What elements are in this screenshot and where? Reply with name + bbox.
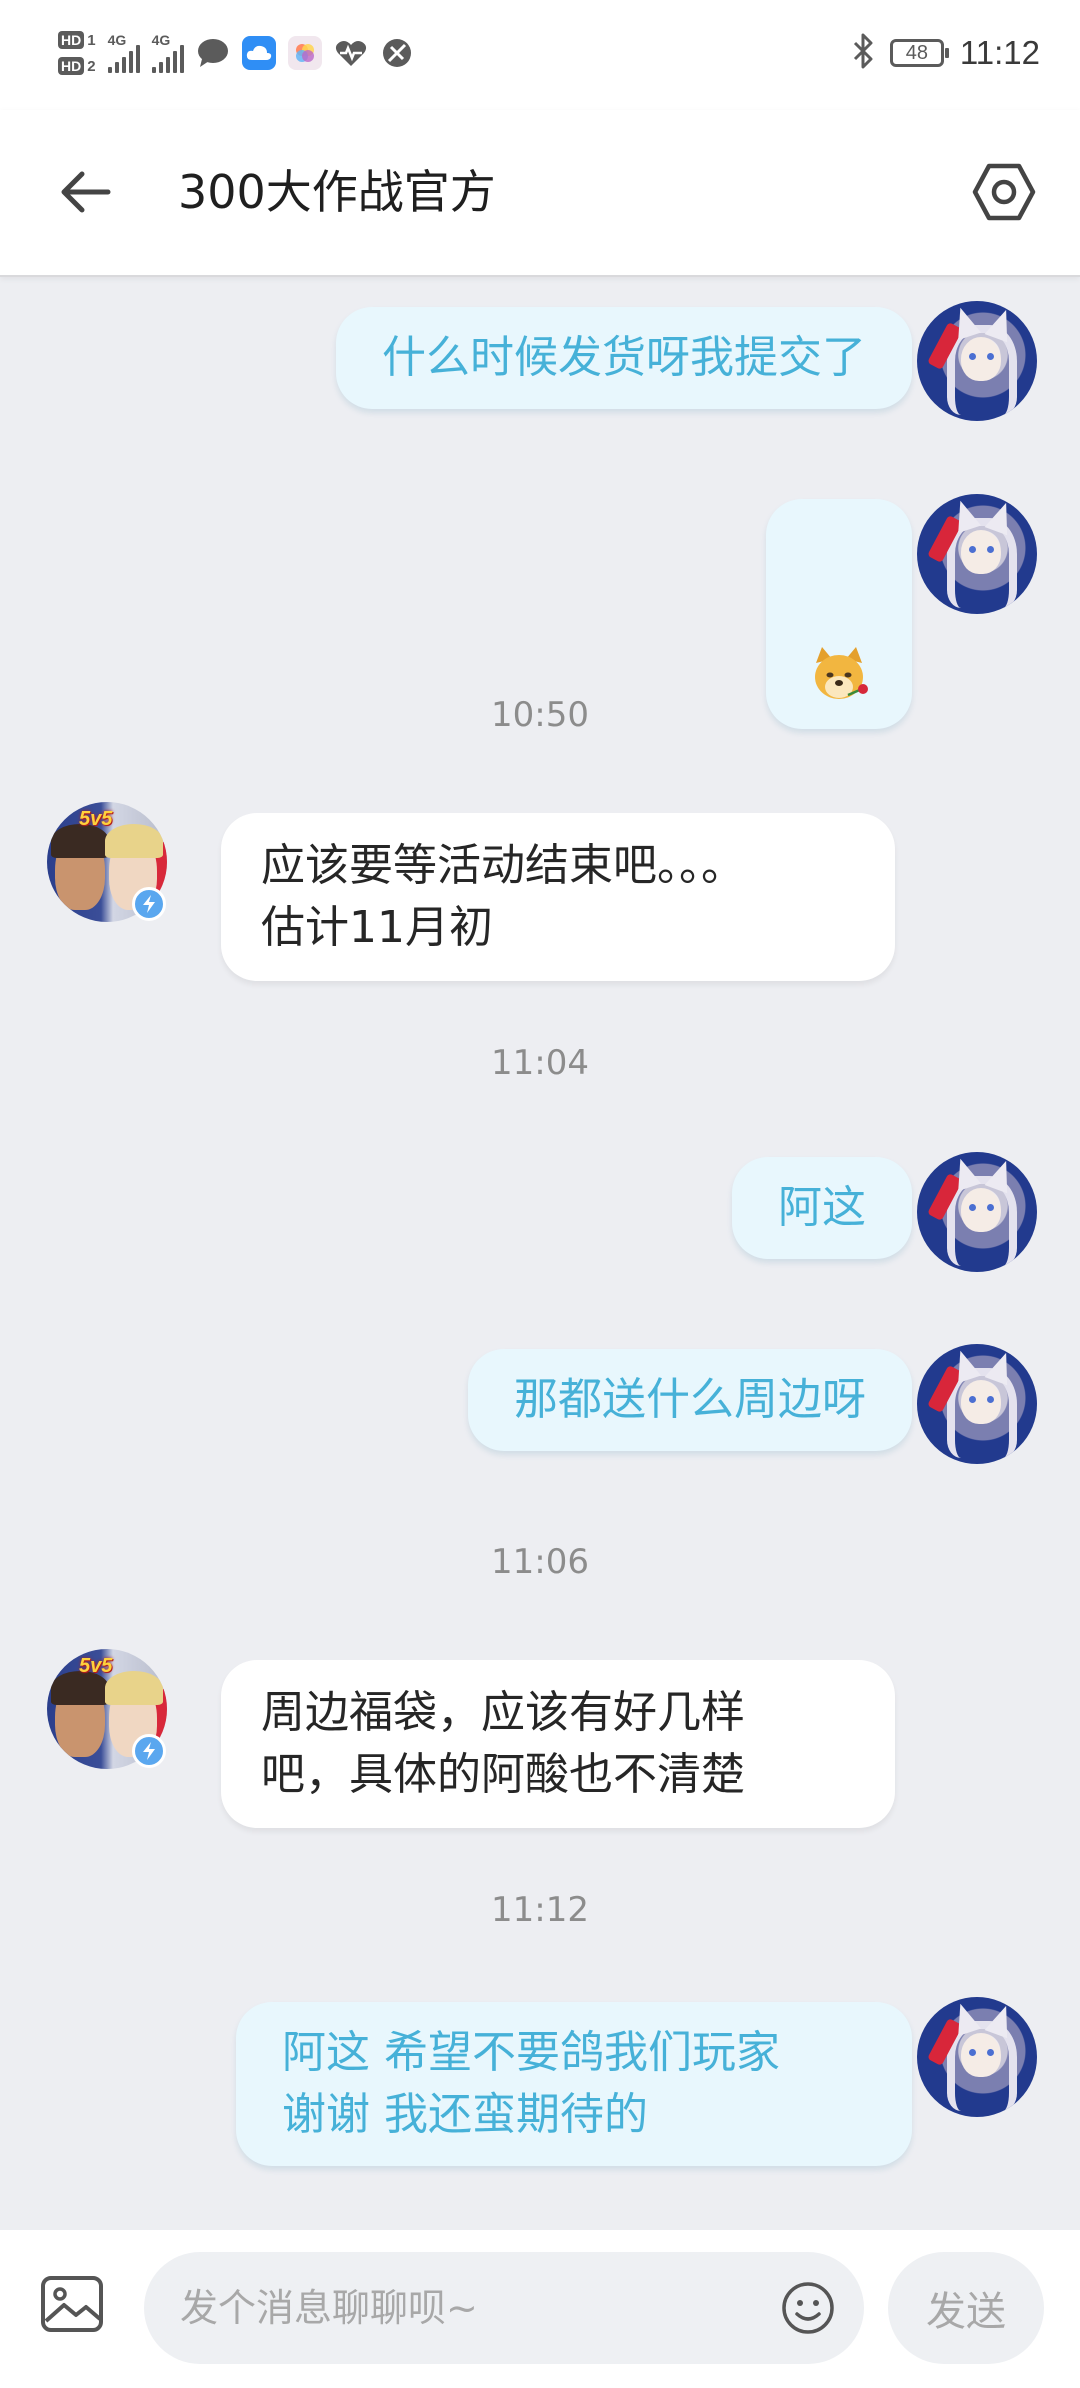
signal-icon-sim2: 4G xyxy=(151,32,184,73)
status-right: 48 11:12 xyxy=(852,20,1040,86)
image-button[interactable] xyxy=(36,2268,108,2340)
battery-icon: 48 xyxy=(889,39,949,67)
chat-area[interactable]: 什么时候发货呀我提交了 10:50 5v5 应该要等活动结束吧。。。 估计11月… xyxy=(0,277,1080,2230)
image-icon xyxy=(41,2276,103,2332)
avatar-badge-text: 5v5 xyxy=(79,808,113,830)
timestamp: 10:50 xyxy=(491,695,589,735)
network-type-1: 4G xyxy=(107,32,127,48)
message-bubble-sent[interactable]: 阿这 xyxy=(732,1157,912,1259)
doge-sticker-icon xyxy=(808,583,870,699)
network-type-2: 4G xyxy=(151,32,171,48)
signal-icon-sim1: 4G xyxy=(107,32,140,73)
hexagon-settings-icon xyxy=(972,163,1036,221)
message-icon xyxy=(196,36,230,70)
emoji-button[interactable] xyxy=(778,2278,838,2338)
verified-badge-icon xyxy=(132,1734,166,1768)
my-avatar[interactable] xyxy=(917,301,1037,421)
verified-badge-icon xyxy=(132,887,166,921)
arrow-left-icon xyxy=(61,171,111,213)
status-time: 11:12 xyxy=(959,34,1040,71)
timestamp: 11:12 xyxy=(491,1890,589,1930)
avatar-badge-text: 5v5 xyxy=(79,1655,113,1677)
page-title: 300大作战官方 xyxy=(178,165,496,219)
bluetooth-icon xyxy=(852,33,874,73)
chat-header: 300大作战官方 xyxy=(0,110,1080,277)
my-avatar[interactable] xyxy=(917,1152,1037,1272)
send-button[interactable]: 发送 xyxy=(888,2252,1044,2364)
hd-badge-2: HD xyxy=(58,57,85,75)
message-bubble-received[interactable]: 应该要等活动结束吧。。。 估计11月初 xyxy=(221,813,895,981)
health-icon xyxy=(334,36,368,70)
battery-level: 48 xyxy=(905,42,928,64)
back-button[interactable] xyxy=(42,148,130,236)
sim-indicator: HD 1 HD 2 xyxy=(58,31,96,75)
status-bar: HD 1 HD 2 4G 4G 48 11:12 xyxy=(0,0,1080,110)
my-avatar[interactable] xyxy=(917,1997,1037,2117)
input-bar: 发送 xyxy=(0,2230,1080,2388)
message-bubble-sent[interactable]: 什么时候发货呀我提交了 xyxy=(336,307,912,409)
hd-badge-1: HD xyxy=(58,31,85,49)
my-avatar[interactable] xyxy=(917,1344,1037,1464)
message-bubble-sent[interactable]: 阿这 希望不要鸽我们玩家 谢谢 我还蛮期待的 xyxy=(236,2002,912,2166)
sim-2-label: 2 xyxy=(87,57,96,75)
message-bubble-sent[interactable]: 那都送什么周边呀 xyxy=(468,1349,912,1451)
emoji-icon xyxy=(782,2282,834,2334)
sim-1-label: 1 xyxy=(87,31,96,49)
timestamp: 11:06 xyxy=(491,1542,589,1582)
my-avatar[interactable] xyxy=(917,494,1037,614)
vpn-icon xyxy=(380,36,414,70)
cloud-icon xyxy=(241,36,276,70)
message-bubble-received[interactable]: 周边福袋，应该有好几样 吧，具体的阿酸也不清楚 xyxy=(221,1660,895,1828)
settings-button[interactable] xyxy=(960,148,1048,236)
message-input[interactable] xyxy=(144,2252,864,2364)
timestamp: 11:04 xyxy=(491,1043,589,1083)
status-left: HD 1 HD 2 4G 4G xyxy=(58,18,414,88)
gallery-icon xyxy=(287,36,322,70)
